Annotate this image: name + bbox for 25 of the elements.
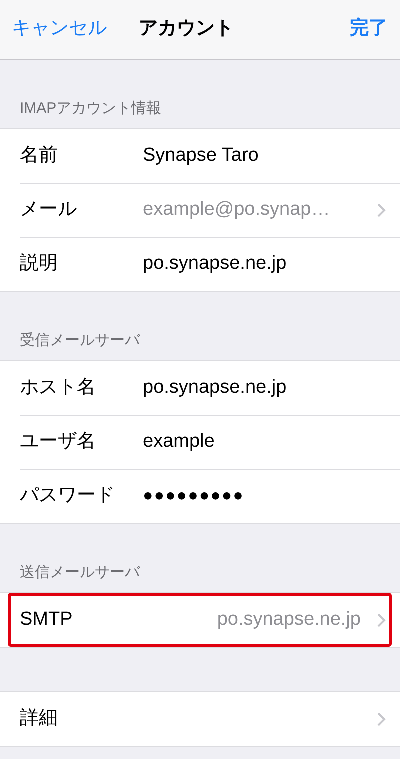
row-value: po.synapse.ne.jp (143, 252, 287, 276)
chevron-icon (377, 712, 386, 726)
row-value: po.synapse.ne.jp (143, 376, 287, 400)
row-label: メール (20, 198, 78, 222)
row-label: 名前 (20, 144, 59, 168)
section-header: 送信メールサーバ (20, 562, 140, 582)
chevron-icon (377, 612, 386, 628)
section-header: IMAPアカウント情報 (20, 98, 162, 118)
row-label: 詳細 (20, 706, 59, 731)
settings-row[interactable]: SMTP po.synapse.ne.jp (8, 593, 392, 647)
section-header: 受信メールサーバ (20, 330, 140, 350)
row-value: example@po.synap… (143, 198, 330, 222)
row-value: Synapse Taro (143, 144, 259, 168)
row-label: SMTP (20, 608, 74, 632)
cancel-button[interactable]: キャンセル (12, 15, 107, 44)
row-label: パスワード (20, 484, 116, 508)
navigation-title: アカウント (139, 17, 234, 42)
row-label: ユーザ名 (20, 430, 97, 454)
chevron-icon (377, 202, 386, 218)
row-value: po.synapse.ne.jp (217, 608, 361, 632)
done-button[interactable]: 完了 (350, 15, 388, 44)
row-value: ●●●●●●●●● (143, 485, 244, 508)
row-label: ホスト名 (20, 376, 97, 400)
row-value: example (143, 430, 215, 454)
row-label: 説明 (20, 252, 59, 276)
